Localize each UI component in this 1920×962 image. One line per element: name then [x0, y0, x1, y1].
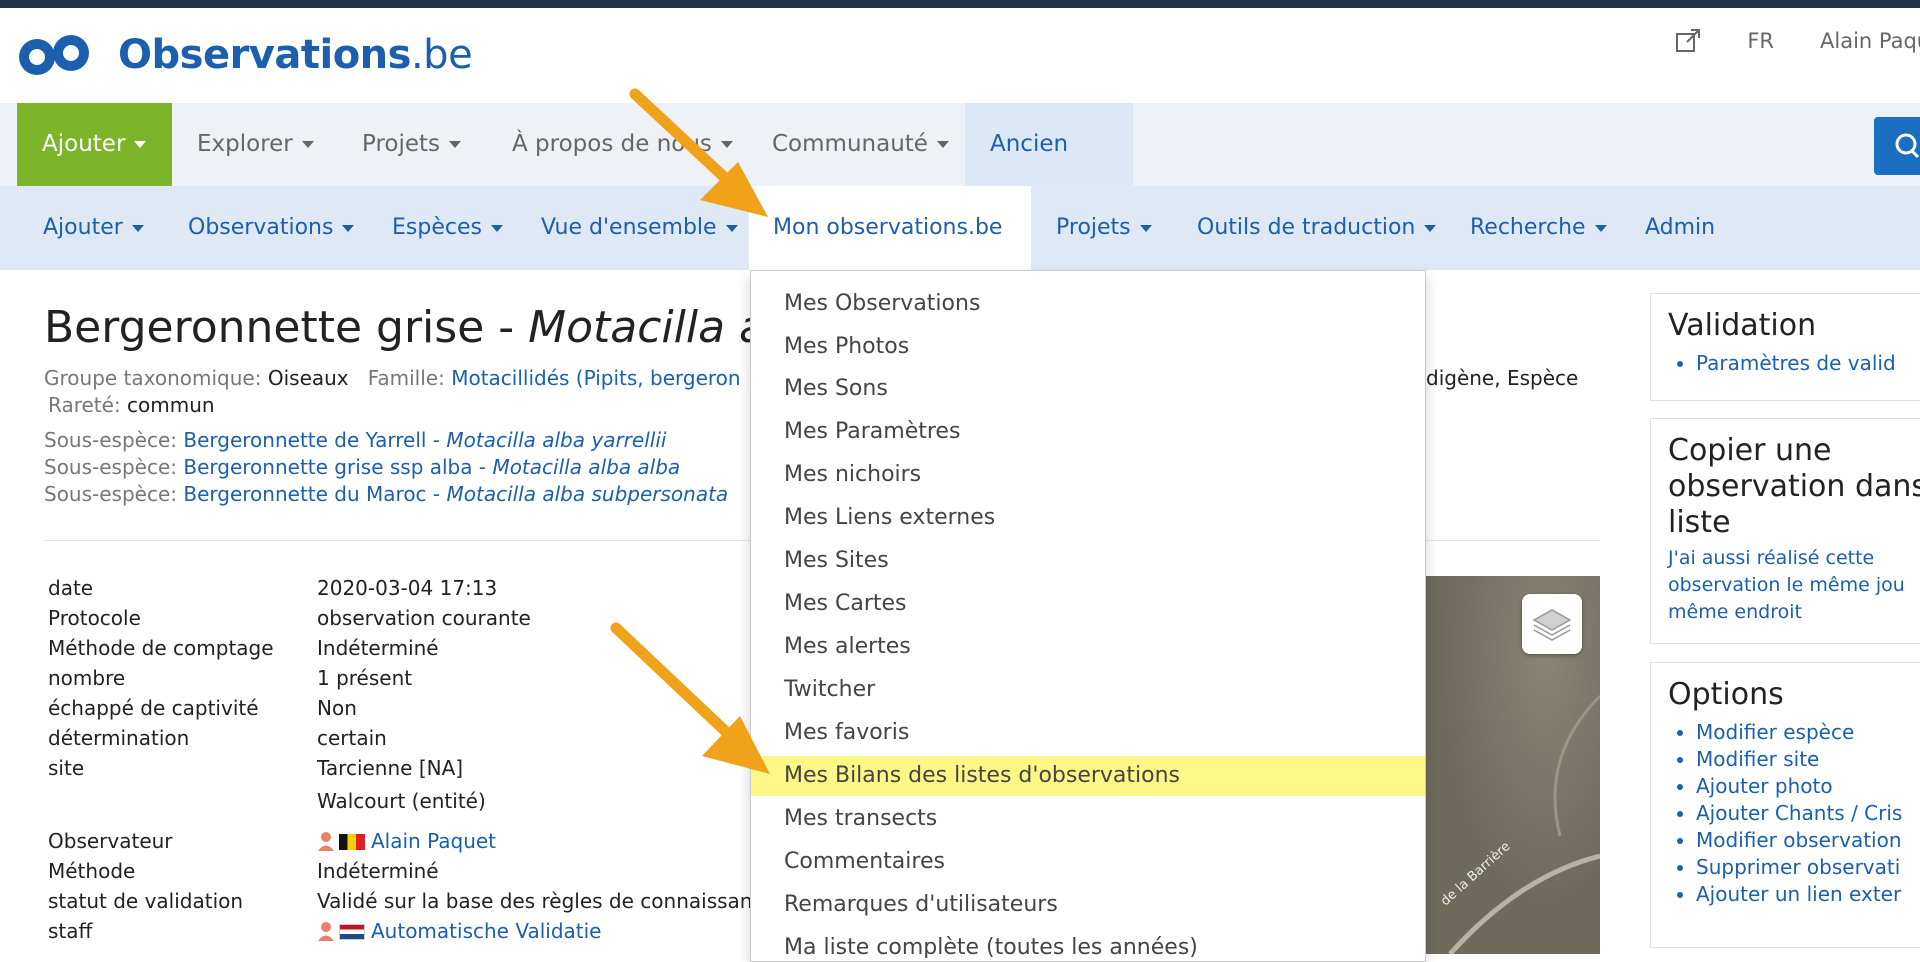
subspecies-line: Sous-espèce: Bergeronnette de Yarrell - …	[44, 428, 667, 452]
nav-explorer[interactable]: Explorer	[172, 103, 339, 186]
nav-ancien-site[interactable]: Ancien site	[965, 103, 1133, 240]
option-modifier-observation[interactable]: Modifier observation	[1696, 827, 1920, 854]
rarity-line: Rareté: commun	[48, 393, 215, 417]
search-button[interactable]	[1874, 117, 1920, 175]
nav2-outils-traduction[interactable]: Outils de traduction	[1173, 186, 1460, 270]
option-ajouter-lien-externe[interactable]: Ajouter un lien exter	[1696, 881, 1920, 908]
nav2-mon-observations[interactable]: Mon observations.be	[749, 186, 1031, 316]
copy-observation-link[interactable]: J'ai aussi réalisé cette observation le …	[1668, 545, 1920, 626]
option-supprimer-observation[interactable]: Supprimer observati	[1696, 854, 1920, 881]
menu-item-twitcher[interactable]: Twitcher	[751, 670, 1425, 710]
annotation-arrow	[610, 622, 770, 774]
site-logo[interactable]: Observations.be	[15, 32, 473, 78]
nav-communaute[interactable]: Communauté	[747, 103, 974, 186]
staff-link[interactable]: Automatische Validatie	[371, 919, 601, 943]
menu-item-mes-transects[interactable]: Mes transects	[751, 799, 1425, 839]
option-ajouter-photo[interactable]: Ajouter photo	[1696, 773, 1920, 800]
nav2-especes[interactable]: Espèces	[368, 186, 527, 270]
site-header: Observations.be FR Alain Paquet	[0, 8, 1920, 103]
subspecies-line: Sous-espèce: Bergeronnette grise ssp alb…	[44, 455, 681, 479]
nav2-recherche[interactable]: Recherche	[1446, 186, 1631, 270]
menu-item-mes-liens-externes[interactable]: Mes Liens externes	[751, 498, 1425, 538]
primary-nav: Ajouter Explorer Projets À propos de nou…	[0, 103, 1920, 240]
observer-link[interactable]: Alain Paquet	[371, 829, 496, 853]
nav-projets[interactable]: Projets	[337, 103, 486, 186]
nav2-ajouter[interactable]: Ajouter	[19, 186, 168, 270]
map-layers-button[interactable]	[1522, 594, 1582, 654]
menu-item-mes-alertes[interactable]: Mes alertes	[751, 627, 1425, 667]
subspecies-link[interactable]: Bergeronnette de Yarrell - Motacilla alb…	[183, 428, 666, 452]
entity-link[interactable]: Walcourt (entité)	[317, 789, 486, 813]
menu-item-mes-sites[interactable]: Mes Sites	[751, 541, 1425, 581]
search-icon	[1895, 133, 1920, 159]
language-selector[interactable]: FR	[1747, 29, 1774, 53]
option-modifier-espece[interactable]: Modifier espèce	[1696, 719, 1920, 746]
menu-item-remarques-utilisateurs[interactable]: Remarques d'utilisateurs	[751, 885, 1425, 925]
nav-ajouter[interactable]: Ajouter	[17, 103, 172, 186]
nav2-vue-ensemble[interactable]: Vue d'ensemble	[517, 186, 762, 270]
menu-item-mes-photos[interactable]: Mes Photos	[751, 327, 1425, 367]
menu-item-mes-favoris[interactable]: Mes favoris	[751, 713, 1425, 753]
nav2-observations[interactable]: Observations	[164, 186, 378, 270]
nav2-projets[interactable]: Projets	[1032, 186, 1176, 270]
option-ajouter-chants[interactable]: Ajouter Chants / Cris	[1696, 800, 1920, 827]
copy-observation-panel: Copier une observation dans liste J'ai a…	[1650, 418, 1920, 644]
person-icon	[318, 832, 334, 851]
netherlands-flag-icon	[339, 924, 365, 940]
menu-item-mes-nichoirs[interactable]: Mes nichoirs	[751, 455, 1425, 495]
validation-panel: Validation Paramètres de valid	[1650, 293, 1920, 401]
taxonomy-line: Groupe taxonomique: Oiseaux Famille: Mot…	[44, 366, 741, 390]
menu-item-mes-sons[interactable]: Mes Sons	[751, 369, 1425, 409]
menu-item-commentaires[interactable]: Commentaires	[751, 842, 1425, 882]
options-panel: Options Modifier espèce Modifier site Aj…	[1650, 662, 1920, 948]
subspecies-link[interactable]: Bergeronnette du Maroc - Motacilla alba …	[183, 482, 728, 506]
subspecies-line: Sous-espèce: Bergeronnette du Maroc - Mo…	[44, 482, 729, 506]
secondary-nav: Ajouter Observations Espèces Vue d'ensem…	[0, 186, 1920, 316]
menu-item-mes-observations[interactable]: Mes Observations	[751, 284, 1425, 324]
binoculars-logo-icon	[19, 35, 89, 75]
person-icon	[318, 922, 334, 941]
belgium-flag-icon	[339, 834, 365, 850]
top-strip	[0, 0, 1920, 8]
nav-a-propos[interactable]: À propos de nous	[487, 103, 758, 186]
menu-item-mes-bilans-listes[interactable]: Mes Bilans des listes d'observations	[751, 756, 1425, 796]
status-line: digène, Espèce	[1426, 366, 1579, 390]
menu-item-mes-cartes[interactable]: Mes Cartes	[751, 584, 1425, 624]
validation-title: Validation	[1668, 308, 1817, 343]
brand-name: Observations.be	[118, 32, 473, 78]
menu-item-mes-parametres[interactable]: Mes Paramètres	[751, 412, 1425, 452]
option-modifier-site[interactable]: Modifier site	[1696, 746, 1920, 773]
options-title: Options	[1668, 677, 1784, 712]
mon-observations-dropdown: Mes Observations Mes Photos Mes Sons Mes…	[750, 270, 1426, 962]
external-link-icon[interactable]	[1675, 28, 1701, 54]
subspecies-link[interactable]: Bergeronnette grise ssp alba - Motacilla…	[183, 455, 680, 479]
page-title: Bergeronnette grise - Motacilla alb	[44, 302, 807, 353]
nav2-admin[interactable]: Admin	[1621, 186, 1739, 270]
family-link[interactable]: Motacillidés (Pipits, bergeron	[451, 366, 740, 390]
validation-settings-link[interactable]: Paramètres de valid	[1696, 350, 1920, 377]
user-menu[interactable]: Alain Paquet	[1820, 29, 1920, 53]
copy-title: Copier une observation dans liste	[1668, 433, 1920, 540]
site-link[interactable]: Tarcienne [NA]	[317, 756, 463, 780]
layers-icon	[1532, 609, 1572, 641]
